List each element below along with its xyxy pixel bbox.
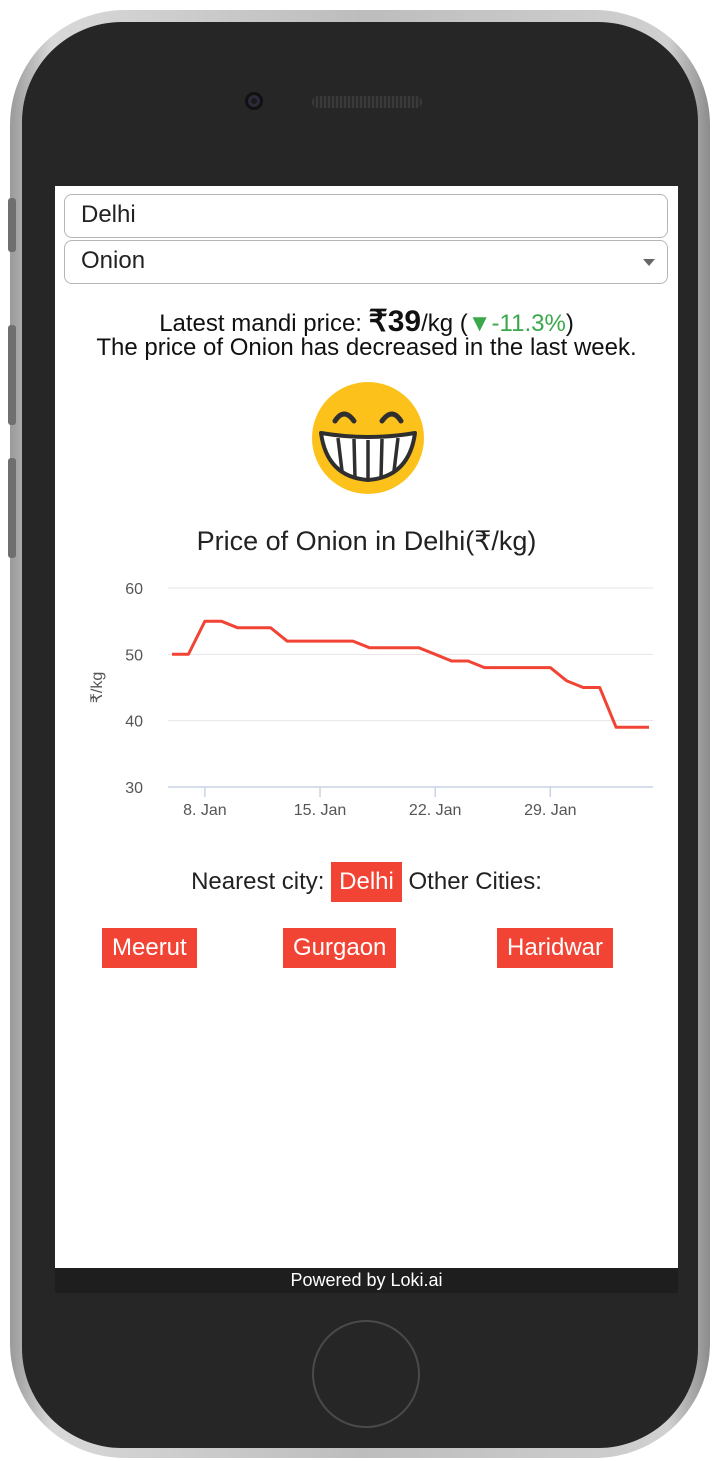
location-input[interactable]: Delhi	[64, 194, 668, 238]
chevron-down-icon	[643, 259, 655, 266]
price-series-line	[172, 619, 649, 729]
nearest-city-label: Nearest city:	[191, 868, 325, 895]
other-cities-label: Other Cities:	[408, 868, 542, 895]
price-suffix: )	[565, 310, 574, 337]
app-screen: Delhi Onion Latest mandi price: ₹39/kg (…	[55, 186, 678, 1293]
chart-title: Price of Onion in Delhi(₹/kg)	[196, 526, 537, 556]
down-arrow-icon: ▼	[467, 310, 492, 337]
y-axis-label: ₹/kg	[89, 672, 106, 704]
commodity-select[interactable]: Onion	[64, 240, 668, 284]
price-unit: /kg (	[421, 310, 468, 337]
nearest-city-row: Nearest city: Delhi Other Cities:	[55, 862, 678, 902]
commodity-select-value: Onion	[81, 247, 146, 274]
y-tick-label: 30	[125, 780, 143, 797]
price-description: The price of Onion has decreased in the …	[96, 334, 637, 361]
volume-down-button	[8, 458, 16, 558]
x-tick-label: 8. Jan	[183, 802, 227, 819]
nearest-city-button[interactable]: Delhi	[331, 862, 402, 902]
camera-icon	[245, 92, 263, 110]
silent-switch	[8, 198, 16, 252]
city-button-haridwar[interactable]: Haridwar	[497, 928, 614, 968]
city-button-meerut[interactable]: Meerut	[102, 928, 197, 968]
speaker-grille	[312, 96, 422, 108]
y-tick-label: 40	[125, 714, 143, 731]
volume-up-button	[8, 325, 16, 425]
y-tick-label: 60	[125, 581, 143, 598]
footer-credit: Powered by Loki.ai	[55, 1268, 678, 1293]
price-chart: 30 40 50 60 ₹/kg 8. Jan 15. Jan 22. Jan 29. Jan	[89, 581, 653, 819]
home-button[interactable]	[312, 1320, 420, 1428]
city-button-gurgaon[interactable]: Gurgaon	[283, 928, 397, 968]
x-tick-label: 15. Jan	[294, 802, 346, 819]
y-tick-label: 50	[125, 647, 143, 664]
price-change: -11.3%	[491, 310, 566, 337]
price-label: Latest mandi price:	[159, 310, 369, 337]
x-tick-label: 29. Jan	[524, 802, 576, 819]
grinning-face-icon	[312, 382, 424, 494]
x-tick-label: 22. Jan	[409, 802, 461, 819]
